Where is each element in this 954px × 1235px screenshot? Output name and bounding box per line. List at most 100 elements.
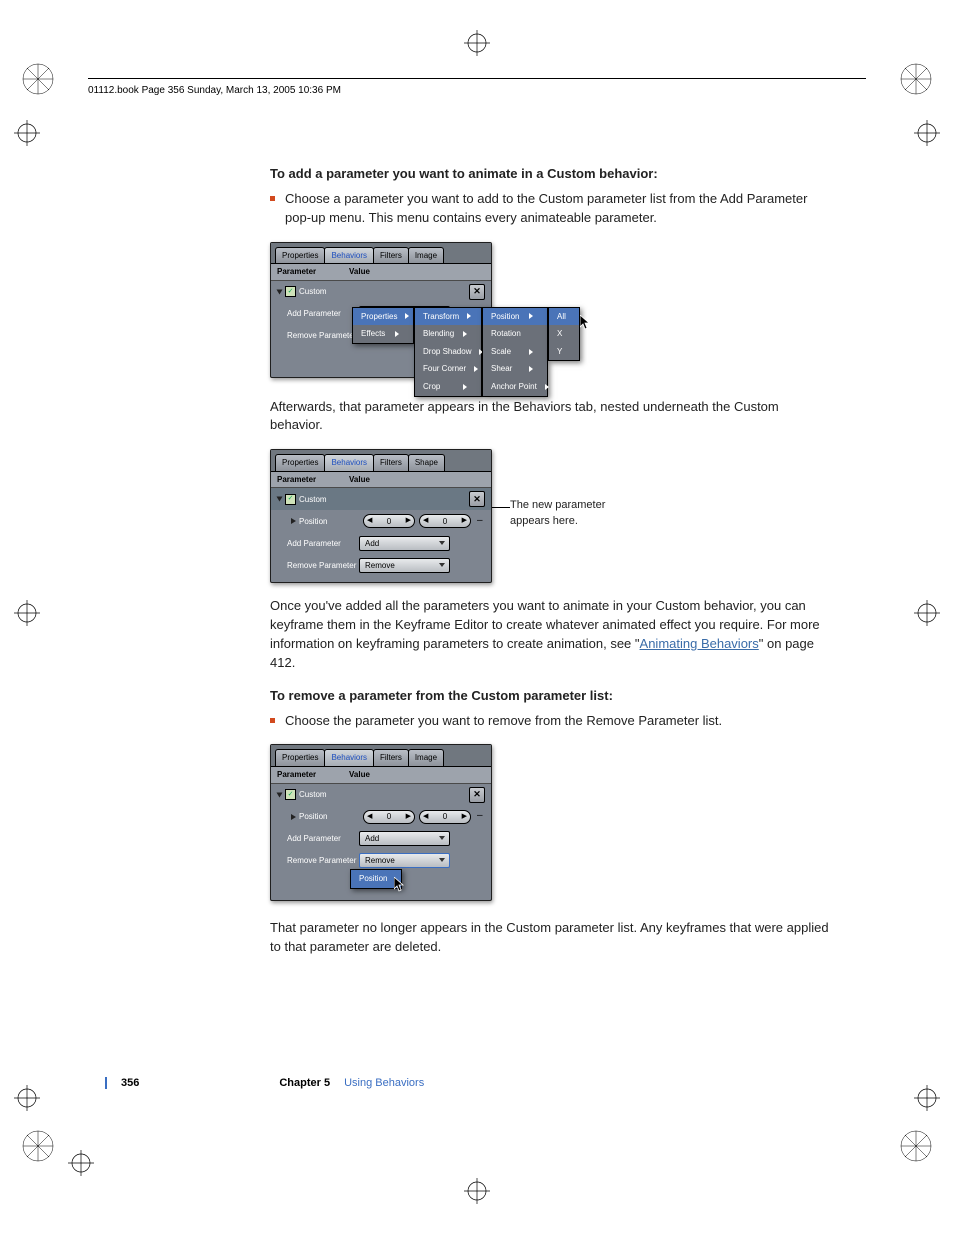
remove-parameter-dropdown[interactable]: Remove bbox=[359, 558, 450, 574]
position-x-stepper[interactable]: ◀0▶ bbox=[363, 514, 415, 528]
chapter-title: Using Behaviors bbox=[344, 1077, 424, 1089]
row-custom: Custom bbox=[299, 494, 327, 506]
position-y-stepper[interactable]: ◀0▶ bbox=[419, 514, 471, 528]
starburst-br bbox=[900, 1130, 932, 1162]
submenu-icon bbox=[395, 331, 399, 337]
submenu-icon bbox=[474, 366, 478, 372]
regmark-left-top bbox=[14, 120, 40, 146]
menu-item-x[interactable]: X bbox=[557, 328, 562, 340]
menu-level-4[interactable]: All X Y bbox=[548, 307, 580, 362]
menu-level-3[interactable]: Position Rotation Scale Shear Anchor Poi… bbox=[482, 307, 548, 397]
close-button[interactable]: ✕ bbox=[469, 787, 485, 803]
tab-behaviors[interactable]: Behaviors bbox=[324, 454, 374, 471]
para-afterwards: Afterwards, that parameter appears in th… bbox=[270, 398, 830, 436]
disclosure-icon[interactable] bbox=[277, 497, 283, 502]
menu-item-properties[interactable]: Properties bbox=[361, 311, 397, 323]
regmark-left-mid bbox=[14, 600, 40, 626]
pdf-header-line: 01112.book Page 356 Sunday, March 13, 20… bbox=[88, 78, 866, 96]
regmark-right-mid bbox=[914, 600, 940, 626]
regmark-top-mid bbox=[464, 30, 490, 56]
checkbox-custom[interactable]: ✓ bbox=[285, 494, 296, 505]
position-x-stepper[interactable]: ◀0▶ bbox=[363, 810, 415, 824]
disclosure-icon[interactable] bbox=[291, 814, 296, 820]
remove-parameter-dropdown[interactable]: Remove bbox=[359, 853, 450, 869]
row-remove-parameter: Remove Parameter bbox=[277, 855, 359, 867]
tab-behaviors[interactable]: Behaviors bbox=[324, 247, 374, 264]
tab-image[interactable]: Image bbox=[408, 749, 444, 766]
menu-item-position[interactable]: Position bbox=[359, 873, 387, 885]
regmark-bot-mid bbox=[464, 1178, 490, 1204]
submenu-icon bbox=[545, 384, 549, 390]
footer-rule bbox=[105, 1077, 107, 1089]
bullet-icon bbox=[270, 718, 275, 723]
tab-properties[interactable]: Properties bbox=[275, 247, 325, 264]
row-custom: Custom bbox=[299, 789, 327, 801]
submenu-icon bbox=[405, 313, 409, 319]
disclosure-icon[interactable] bbox=[291, 518, 296, 524]
tab-filters[interactable]: Filters bbox=[373, 247, 409, 264]
inspector-panel-2: Properties Behaviors Filters Shape Param… bbox=[270, 449, 492, 583]
checkbox-custom[interactable]: ✓ bbox=[285, 789, 296, 800]
bullet-text-remove: Choose the parameter you want to remove … bbox=[285, 712, 722, 731]
tab-image[interactable]: Image bbox=[408, 247, 444, 264]
menu-item-blending[interactable]: Blending bbox=[423, 328, 454, 340]
add-parameter-dropdown[interactable]: Add bbox=[359, 831, 450, 847]
menu-item-four-corner[interactable]: Four Corner bbox=[423, 363, 466, 375]
starburst-bl bbox=[22, 1130, 54, 1162]
submenu-icon bbox=[529, 349, 533, 355]
row-remove-parameter: Remove Parameter bbox=[277, 330, 359, 342]
tab-properties[interactable]: Properties bbox=[275, 454, 325, 471]
col-parameter: Parameter bbox=[277, 474, 349, 486]
menu-item-crop[interactable]: Crop bbox=[423, 381, 440, 393]
page-footer: 356 Chapter 5 Using Behaviors bbox=[105, 1077, 424, 1089]
menu-item-all[interactable]: All bbox=[557, 311, 566, 323]
disclosure-icon[interactable] bbox=[277, 792, 283, 797]
starburst-tl bbox=[22, 63, 54, 95]
menu-item-position[interactable]: Position bbox=[491, 311, 519, 323]
para-final: That parameter no longer appears in the … bbox=[270, 919, 830, 957]
menu-item-rotation[interactable]: Rotation bbox=[491, 328, 521, 340]
menu-item-drop-shadow[interactable]: Drop Shadow bbox=[423, 346, 471, 358]
tab-filters[interactable]: Filters bbox=[373, 454, 409, 471]
checkbox-custom[interactable]: ✓ bbox=[285, 286, 296, 297]
menu-level-1[interactable]: Properties Effects bbox=[352, 307, 414, 344]
add-parameter-dropdown[interactable]: Add bbox=[359, 536, 450, 552]
close-button[interactable]: ✕ bbox=[469, 491, 485, 507]
menu-level-2[interactable]: Transform Blending Drop Shadow Four Corn… bbox=[414, 307, 482, 397]
section-heading-remove: To remove a parameter from the Custom pa… bbox=[270, 687, 830, 706]
menu-item-effects[interactable]: Effects bbox=[361, 328, 385, 340]
submenu-icon bbox=[529, 313, 533, 319]
regmark-left-bot bbox=[14, 1085, 40, 1111]
page-number: 356 bbox=[121, 1077, 139, 1089]
menu-item-anchor-point[interactable]: Anchor Point bbox=[491, 381, 537, 393]
chapter-label: Chapter 5 bbox=[279, 1077, 330, 1089]
tab-filters[interactable]: Filters bbox=[373, 749, 409, 766]
keyframe-menu-icon[interactable]: – bbox=[475, 514, 485, 529]
disclosure-icon[interactable] bbox=[277, 289, 283, 294]
tab-properties[interactable]: Properties bbox=[275, 749, 325, 766]
keyframe-menu-icon[interactable]: – bbox=[475, 809, 485, 824]
tab-behaviors[interactable]: Behaviors bbox=[324, 749, 374, 766]
menu-item-scale[interactable]: Scale bbox=[491, 346, 511, 358]
row-position: Position bbox=[299, 811, 327, 823]
section-heading-add: To add a parameter you want to animate i… bbox=[270, 165, 830, 184]
submenu-icon bbox=[463, 331, 467, 337]
row-add-parameter: Add Parameter bbox=[277, 538, 359, 550]
col-value: Value bbox=[349, 769, 370, 781]
tab-shape[interactable]: Shape bbox=[408, 454, 445, 471]
close-button[interactable]: ✕ bbox=[469, 284, 485, 300]
callout-text: The new parameter appears here. bbox=[510, 498, 620, 530]
submenu-icon bbox=[529, 366, 533, 372]
menu-item-transform[interactable]: Transform bbox=[423, 311, 459, 323]
submenu-icon bbox=[463, 384, 467, 390]
link-animating-behaviors[interactable]: Animating Behaviors bbox=[640, 636, 759, 651]
menu-item-y[interactable]: Y bbox=[557, 346, 562, 358]
menu-item-shear[interactable]: Shear bbox=[491, 363, 512, 375]
row-add-parameter: Add Parameter bbox=[277, 308, 359, 320]
row-custom: Custom bbox=[299, 286, 327, 298]
position-y-stepper[interactable]: ◀0▶ bbox=[419, 810, 471, 824]
bullet-text-add: Choose a parameter you want to add to th… bbox=[285, 190, 830, 228]
regmark-right-bot bbox=[914, 1085, 940, 1111]
col-parameter: Parameter bbox=[277, 769, 349, 781]
col-parameter: Parameter bbox=[277, 266, 349, 278]
